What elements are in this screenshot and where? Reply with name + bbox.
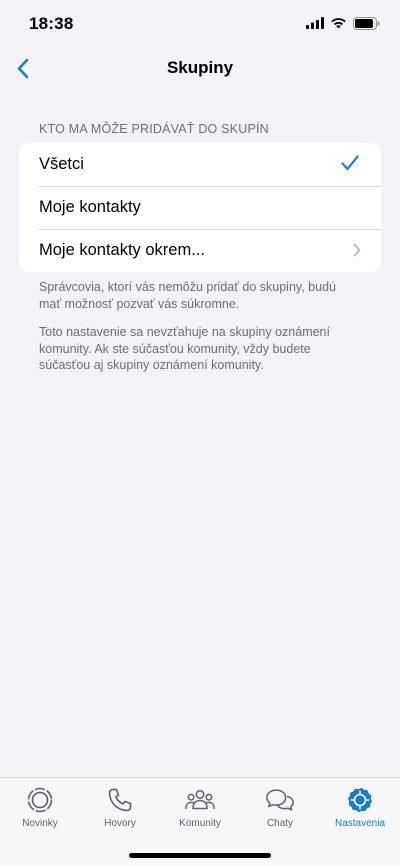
option-label: Moje kontakty okrem... — [39, 241, 205, 259]
footer-note-admins: Správcovia, ktorí vás nemôžu pridať do s… — [39, 280, 336, 311]
footer-note-communities: Toto nastavenie sa nevzťahuje na skupiny… — [39, 325, 330, 372]
option-label: Moje kontakty — [39, 198, 141, 216]
tab-communities[interactable]: Komunity — [160, 786, 240, 834]
tab-label: Nastavenia — [334, 818, 386, 829]
option-everyone[interactable]: Všetci — [19, 143, 381, 186]
chats-icon — [265, 786, 295, 814]
chevron-right-icon — [353, 243, 361, 257]
option-label: Všetci — [39, 155, 84, 173]
tab-chats[interactable]: Chaty — [240, 786, 320, 834]
tab-updates[interactable]: Novinky — [0, 786, 80, 834]
settings-icon — [345, 786, 375, 814]
page-title: Skupiny — [166, 58, 234, 77]
option-my-contacts[interactable]: Moje kontakty — [19, 186, 381, 229]
tab-label: Chaty — [266, 818, 294, 829]
battery-icon — [353, 16, 380, 30]
wifi-icon — [331, 18, 346, 29]
options-group: Všetci Moje kontakty Moje kontakty okrem… — [19, 143, 381, 272]
checkmark-icon — [341, 155, 359, 171]
option-my-contacts-except[interactable]: Moje kontakty okrem... — [19, 229, 381, 272]
communities-icon — [185, 786, 215, 814]
section-header: KTO MA MÔŽE PRIDÁVAŤ DO SKUPÍN — [39, 122, 269, 136]
status-bar: 18:38 — [0, 0, 400, 48]
home-indicator[interactable] — [129, 853, 271, 858]
tab-label: Hovory — [104, 818, 136, 829]
phone-icon — [105, 786, 135, 814]
tab-bar: Novinky Hovory Komunity Chaty Nastavenia — [0, 777, 400, 866]
tab-calls[interactable]: Hovory — [80, 786, 160, 834]
navigation-bar: Skupiny — [0, 48, 400, 88]
status-icons — [306, 16, 380, 30]
status-time: 18:38 — [29, 14, 74, 33]
tab-label: Novinky — [22, 818, 58, 829]
tab-label: Komunity — [179, 818, 221, 829]
updates-icon — [25, 786, 55, 814]
tab-settings[interactable]: Nastavenia — [320, 786, 400, 834]
cellular-signal-icon — [306, 17, 324, 29]
